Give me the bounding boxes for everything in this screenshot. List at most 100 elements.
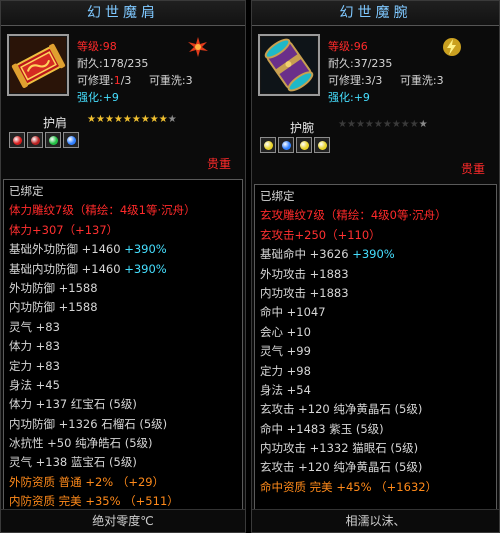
gem-slot[interactable] [278, 137, 294, 153]
durability-value: 37/235 [353, 57, 393, 70]
rewash-value: 3 [185, 74, 193, 87]
star-unlit-icon: ★ [382, 119, 392, 130]
socket-gem: 纯净黄晶石 (5级) [333, 402, 423, 417]
gem-icon [48, 135, 58, 145]
attribute-name: 灵气 [260, 344, 283, 359]
attribute-value: +54 [286, 382, 311, 397]
attribute-name: 体力 [9, 397, 32, 412]
attribute-row: 灵气 +83 [9, 318, 237, 337]
attribute-value: +1332 [309, 441, 349, 456]
star-unlit-icon: ★ [418, 119, 428, 130]
gem-slot[interactable] [314, 137, 330, 153]
star-lit-icon: ★ [131, 114, 141, 125]
attribute-value: +45 [35, 377, 60, 392]
gem-slot[interactable] [45, 132, 61, 148]
attribute-value: +1047 [286, 305, 326, 320]
attribute-value: +98 [286, 363, 311, 378]
wrist-item-icon[interactable] [258, 34, 320, 96]
attribute-value: +1460 [81, 242, 121, 257]
quality-value: +2% [85, 474, 114, 489]
socket-gem: 石榴石 (5级) [101, 416, 168, 431]
star-rating: ★★★★★★★★★★ [87, 114, 177, 125]
star-unlit-icon: ★ [373, 119, 383, 130]
rewash-label: 可重洗: [399, 74, 437, 87]
attribute-row: 内功攻击 +1883 [260, 284, 491, 303]
gem-slots [9, 132, 79, 150]
attribute-row: 身法 +45 [9, 376, 237, 395]
attribute-name: 冰抗性 [9, 436, 44, 451]
attribute-name: 定力 [260, 363, 283, 378]
durability-label: 耐久: [328, 57, 354, 70]
bound-status: 已绑定 [260, 189, 295, 203]
gem-slot[interactable] [296, 137, 312, 153]
attribute-row: 内功防御 +1588 [9, 298, 237, 317]
attribute-row: 内功攻击 +1332 猫眼石 (5级) [260, 439, 491, 458]
attribute-row: 玄攻击 +120 纯净黄晶石 (5级) [260, 458, 491, 477]
star-unlit-icon: ★ [364, 119, 374, 130]
star-lit-icon: ★ [122, 114, 132, 125]
attribute-row: 玄攻击 +120 纯净黄晶石 (5级) [260, 400, 491, 419]
attribute-list: 基础命中 +3626 +390% 外功攻击 +1883 内功攻击 +1883 命中 +… [260, 245, 491, 478]
attribute-value: +1326 [58, 416, 98, 431]
craft-line: 玄攻雕纹7级（精绘：4级0等·沉舟） [260, 208, 447, 223]
quality-row: 外防资质 普通 +2% （+29） [9, 473, 237, 492]
flame-icon [188, 37, 208, 57]
repair-line: 可修理:1/3 可重洗:3 [77, 72, 193, 88]
repairable-label: 可修理: [328, 74, 365, 87]
craft-line: 体力雕纹7级（精绘：4级1等·沉舟） [9, 203, 196, 218]
attribute-value: +3626 [309, 247, 349, 262]
attribute-name: 基础内功防御 [9, 261, 78, 276]
gem-slot[interactable] [9, 132, 25, 148]
attribute-name: 基础外功防御 [9, 242, 78, 257]
durability-line: 耐久:37/235 [328, 55, 392, 71]
quality-value: +35% [85, 494, 121, 509]
quality-name: 内防资质 [9, 494, 55, 509]
durability-line: 耐久:178/235 [77, 55, 148, 71]
attribute-value: +83 [35, 319, 60, 334]
repair-line: 可修理:3/3 可重洗:3 [328, 72, 444, 88]
attribute-name: 内功攻击 [260, 441, 306, 456]
gem-slot[interactable] [260, 137, 276, 153]
star-lit-icon: ★ [149, 114, 159, 125]
lightning-icon [443, 38, 461, 56]
item-title: 幻世魔腕 [252, 1, 499, 26]
attribute-row: 灵气 +99 [260, 342, 491, 361]
star-lit-icon: ★ [104, 114, 114, 125]
enhance-label: 强化: [328, 91, 354, 104]
socket-gem: 蓝宝石 (5级) [70, 455, 137, 470]
attribute-name: 内功防御 [9, 300, 55, 315]
attribute-value: +83 [35, 339, 60, 354]
gem-icon [281, 140, 291, 150]
scroll-icon [10, 37, 66, 93]
star-rating: ★★★★★★★★★★ [338, 119, 428, 130]
gem-icon [66, 135, 76, 145]
attribute-box: 已绑定 体力雕纹7级（精绘：4级1等·沉舟） 体力+307（+137） 基础外功… [3, 179, 243, 510]
attribute-name: 外功攻击 [260, 266, 306, 281]
attribute-row: 基础内功防御 +1460 +390% [9, 260, 237, 279]
quality-grade: 完美 [58, 494, 82, 509]
attribute-row: 基础命中 +3626 +390% [260, 245, 491, 264]
attribute-row: 外功攻击 +1883 [260, 265, 491, 284]
attribute-row: 会心 +10 [260, 323, 491, 342]
quality-bonus: （+29） [116, 474, 165, 489]
gem-slots [260, 137, 330, 155]
attribute-row: 定力 +83 [9, 357, 237, 376]
quality-list: 命中资质 完美 +45% （+1632） [260, 478, 491, 497]
bracer-icon [261, 37, 317, 93]
attribute-value: +1483 [286, 421, 326, 436]
quality-row: 命中资质 完美 +45% （+1632） [260, 478, 491, 497]
attribute-value: +1588 [58, 300, 98, 315]
socket-gem: 纯净黄晶石 (5级) [333, 460, 423, 475]
star-unlit-icon: ★ [391, 119, 401, 130]
attribute-name: 命中 [260, 421, 283, 436]
attribute-name: 定力 [9, 358, 32, 373]
star-lit-icon: ★ [158, 114, 168, 125]
attribute-name: 玄攻击 [260, 402, 295, 417]
gem-slot[interactable] [27, 132, 43, 148]
gem-slot[interactable] [63, 132, 79, 148]
attribute-row: 命中 +1047 [260, 303, 491, 322]
star-unlit-icon: ★ [355, 119, 365, 130]
attribute-bonus: +390% [124, 261, 167, 276]
shoulder-item-icon[interactable] [7, 34, 69, 96]
item-header: 等级:96 耐久:37/235 可修理:3/3 可重洗:3 强化:+9 [252, 26, 499, 111]
